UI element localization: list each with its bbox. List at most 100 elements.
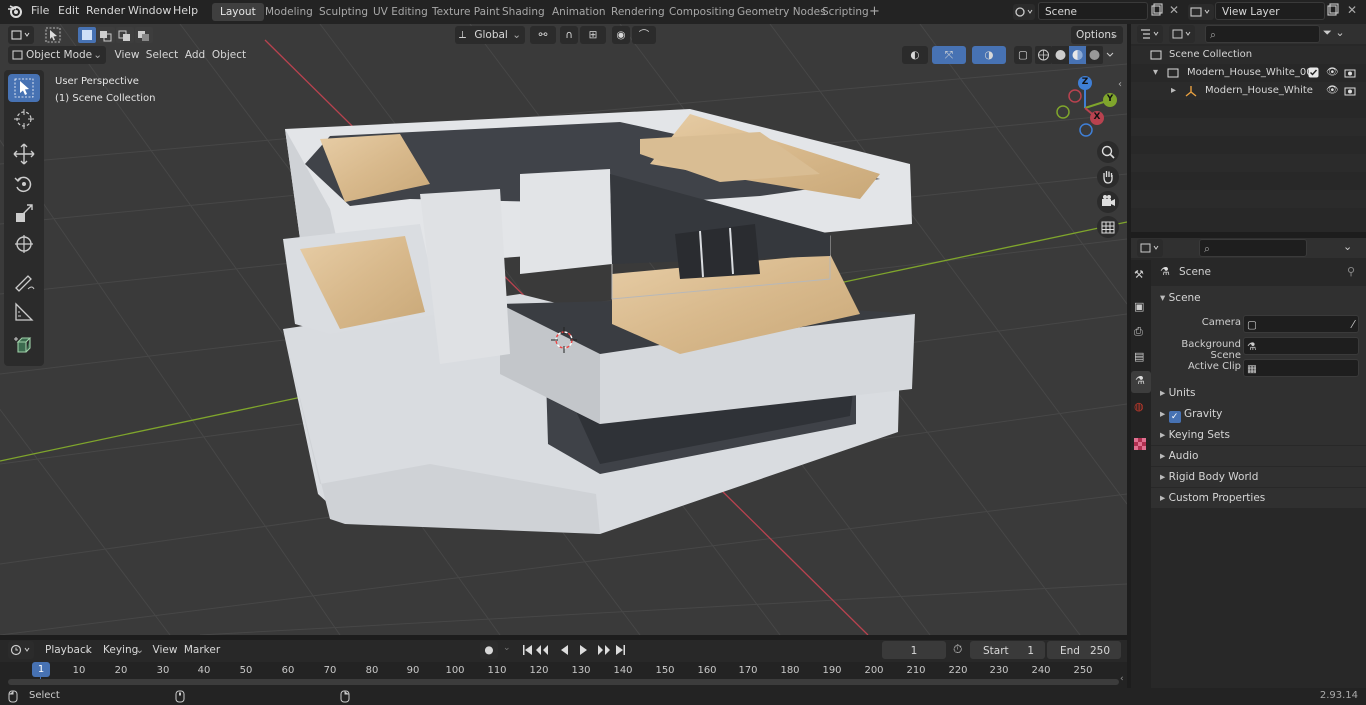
eye-icon[interactable]: 👁	[1326, 64, 1339, 82]
menu-file[interactable]: File	[31, 0, 49, 22]
new-view-layer-icon[interactable]	[1326, 3, 1340, 17]
view-menu[interactable]: View	[112, 46, 142, 64]
gravity-checkbox[interactable]: ✓	[1168, 411, 1181, 423]
snap-target-button[interactable]: ⊞	[580, 26, 606, 44]
background-scene-field[interactable]: ⚗	[1243, 337, 1359, 355]
tool-rotate[interactable]	[8, 170, 40, 198]
pivot-point-button[interactable]: ⚯	[530, 26, 556, 44]
options-dropdown[interactable]: Options ⌄	[1071, 26, 1123, 44]
view-layer-tab-icon[interactable]: ▤	[1134, 350, 1144, 363]
tool-add-cube[interactable]	[8, 332, 40, 360]
audio-panel[interactable]: ▸ Audio	[1151, 446, 1366, 466]
eye-icon[interactable]: 👁	[1326, 82, 1339, 100]
rigid-body-world-panel[interactable]: ▸ Rigid Body World	[1151, 467, 1366, 487]
menu-render[interactable]: Render	[86, 0, 125, 22]
gizmos-toggle-button[interactable]: ⤧	[932, 46, 966, 64]
render-camera-icon[interactable]	[1344, 85, 1356, 97]
custom-properties-panel[interactable]: ▸ Custom Properties	[1151, 488, 1366, 508]
tool-scale[interactable]	[8, 200, 40, 228]
render-tab-icon[interactable]: ▣	[1134, 300, 1144, 313]
delete-view-layer-icon[interactable]: ✕	[1347, 3, 1357, 17]
stopwatch-icon[interactable]: ⏱	[953, 642, 962, 657]
scene-name-field[interactable]: Scene	[1038, 2, 1148, 20]
navigation-gizmo[interactable]: Z Y X	[1055, 74, 1123, 142]
outliner-row-object[interactable]: ▸ Modern_House_White 👁	[1131, 82, 1366, 100]
keying-sets-panel[interactable]: ▸ Keying Sets	[1151, 425, 1366, 445]
scene-tab[interactable]: ⚗	[1131, 371, 1151, 393]
eyedropper-icon[interactable]: ⁄	[1352, 316, 1354, 334]
menu-edit[interactable]: Edit	[58, 0, 79, 22]
render-camera-icon[interactable]	[1344, 67, 1356, 79]
timeline-scrollbar[interactable]	[8, 679, 1119, 685]
tool-annotate[interactable]	[8, 267, 40, 295]
outliner-row-scene-collection[interactable]: Scene Collection	[1131, 46, 1366, 64]
transform-orientation-dropdown[interactable]: ⟂ Global ⌄	[455, 26, 525, 44]
3d-viewport[interactable]: ⟂ Global ⌄ ⚯ ∩ ⊞ ◉ ⌒ Options ⌄ Object Mo…	[0, 24, 1127, 635]
expand-arrow-icon[interactable]: ▸	[1171, 82, 1176, 100]
proportional-edit-button[interactable]: ◉	[612, 26, 630, 44]
scene-selector-button[interactable]	[1013, 4, 1035, 20]
properties-editor-type-button[interactable]	[1137, 239, 1163, 257]
tool-move[interactable]	[8, 140, 40, 168]
select-box-tool-button[interactable]	[44, 26, 62, 44]
world-tab-icon[interactable]: ◍	[1134, 400, 1144, 413]
timeline-editor-type-button[interactable]	[8, 641, 34, 659]
pan-button[interactable]	[1097, 166, 1119, 188]
perspective-toggle-button[interactable]	[1097, 216, 1119, 238]
tool-select-box[interactable]	[8, 74, 40, 102]
filter-button[interactable]: ⏷ ⌄	[1323, 26, 1359, 40]
view-layer-selector-button[interactable]	[1188, 4, 1214, 20]
add-workspace-icon[interactable]: +	[869, 5, 880, 19]
active-clip-field[interactable]: ▦	[1243, 359, 1359, 377]
units-panel[interactable]: ▸ Units	[1151, 383, 1366, 403]
pin-icon[interactable]: ⚲	[1347, 265, 1355, 278]
visibility-button[interactable]: ◐	[902, 46, 928, 64]
tab-layout[interactable]: Layout	[212, 3, 264, 21]
editor-type-button[interactable]	[8, 26, 34, 44]
xray-toggle-button[interactable]: ▢	[1014, 46, 1032, 64]
add-menu[interactable]: Add	[182, 46, 208, 64]
blender-logo-icon[interactable]	[7, 3, 23, 19]
tab-scripting[interactable]: Scripting	[814, 3, 877, 21]
sidebar-toggle-icon[interactable]: ‹	[1118, 79, 1122, 90]
falloff-button[interactable]: ⌒	[632, 26, 656, 44]
display-mode-button[interactable]	[1169, 25, 1195, 43]
tool-measure[interactable]	[8, 298, 40, 326]
expand-arrow-icon[interactable]: ▾	[1153, 64, 1158, 82]
exclude-checkbox[interactable]	[1308, 67, 1319, 78]
chevron-down-icon[interactable]: ⌄	[503, 643, 511, 653]
select-menu[interactable]: Select	[145, 46, 179, 64]
object-menu[interactable]: Object	[211, 46, 247, 64]
object-mode-dropdown[interactable]: Object Mode ⌄	[8, 46, 106, 64]
gravity-panel[interactable]: ▸ ✓ Gravity	[1151, 404, 1366, 424]
start-frame-field[interactable]: Start 1	[970, 641, 1045, 659]
current-frame-field[interactable]: 1	[882, 641, 946, 659]
view-layer-field[interactable]: View Layer	[1215, 2, 1325, 20]
output-tab-icon[interactable]: ⎙	[1134, 325, 1143, 339]
camera-view-button[interactable]	[1097, 191, 1119, 213]
menu-help[interactable]: Help	[173, 0, 198, 22]
new-scene-icon[interactable]	[1150, 3, 1164, 17]
marker-menu[interactable]: Marker	[183, 641, 221, 659]
tool-transform[interactable]	[8, 230, 40, 258]
menu-window[interactable]: Window	[128, 0, 171, 22]
playback-menu[interactable]: Playback ⌄	[40, 641, 94, 659]
keying-menu[interactable]: Keying ⌄	[98, 641, 146, 659]
properties-search-input[interactable]: ⌕	[1199, 239, 1307, 257]
scene-section-header[interactable]: ▾ Scene	[1160, 288, 1201, 308]
zoom-button[interactable]	[1097, 141, 1119, 163]
overlays-toggle-button[interactable]: ◑	[972, 46, 1006, 64]
outliner-row-collection[interactable]: ▾ Modern_House_White_001 👁	[1131, 64, 1366, 82]
timeline-view-menu[interactable]: View	[150, 641, 180, 659]
snap-toggle-button[interactable]: ∩	[560, 26, 578, 44]
outliner-search-input[interactable]: ⌕	[1205, 25, 1320, 43]
outliner-editor-type-button[interactable]	[1137, 25, 1163, 43]
record-button[interactable]: ●	[480, 641, 498, 659]
house-model[interactable]	[283, 109, 915, 534]
texture-tab-icon[interactable]	[1134, 438, 1146, 450]
tool-tab-icon[interactable]: ⚒	[1134, 268, 1144, 281]
tool-cursor[interactable]	[8, 105, 40, 133]
end-frame-field[interactable]: End 250	[1047, 641, 1121, 659]
camera-field[interactable]: ▢ ⁄	[1243, 315, 1359, 333]
chevron-down-icon[interactable]: ⌄	[1343, 240, 1352, 253]
